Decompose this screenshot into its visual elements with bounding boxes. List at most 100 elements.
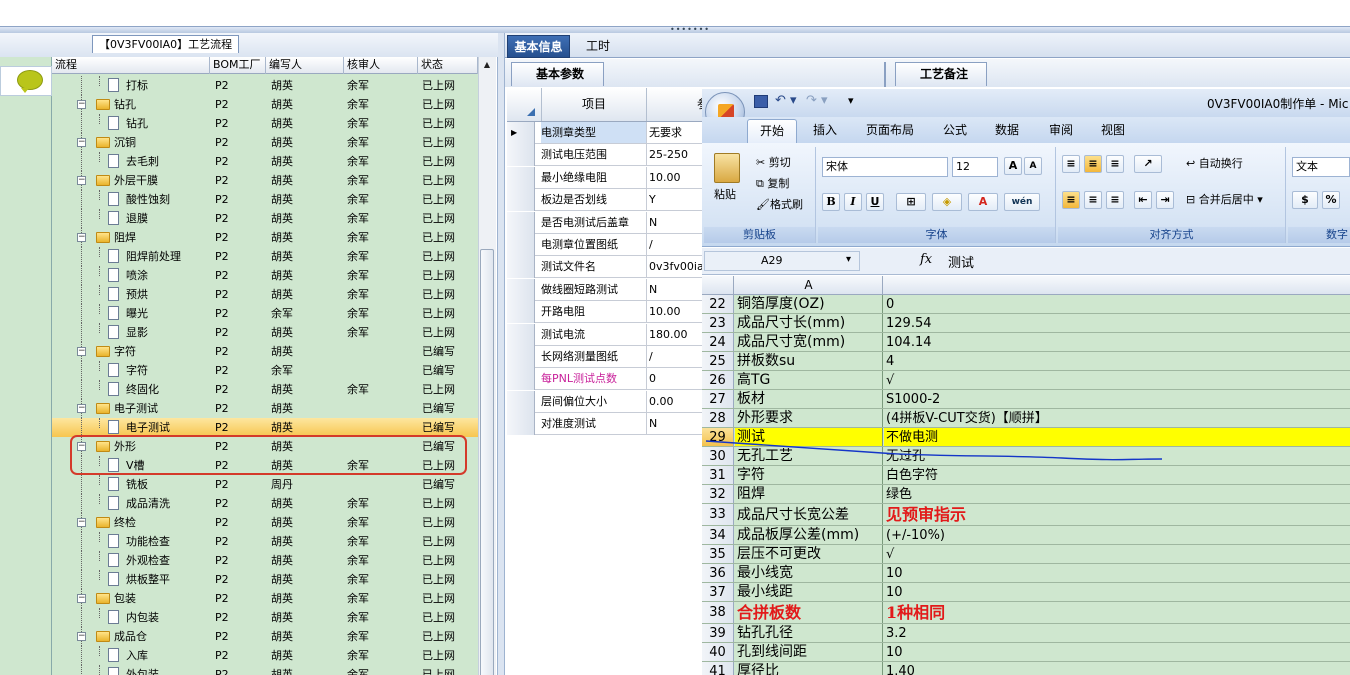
- row-number[interactable]: 37: [702, 583, 734, 601]
- tab-work-hours[interactable]: 工时: [578, 35, 618, 58]
- param-value[interactable]: 0: [648, 368, 702, 389]
- sheet-row[interactable]: 40 孔到线间距 10: [702, 643, 1350, 662]
- cell-a[interactable]: 拼板数su: [735, 352, 883, 370]
- align-middle-icon[interactable]: ≡: [1084, 155, 1102, 173]
- cell-b[interactable]: 10: [884, 564, 1350, 582]
- cell-b[interactable]: (+/-10%): [884, 526, 1350, 544]
- tree-row[interactable]: − 终检 P2 胡英 余军 已上网: [52, 513, 478, 532]
- param-row[interactable]: 测试电流 180.00: [507, 323, 702, 346]
- row-number[interactable]: 39: [702, 624, 734, 642]
- param-value[interactable]: 10.00: [648, 301, 702, 322]
- param-value[interactable]: 无要求: [648, 122, 702, 143]
- row-number[interactable]: 35: [702, 545, 734, 563]
- cell-b[interactable]: 4: [884, 352, 1350, 370]
- chat-bubble-icon[interactable]: [17, 70, 43, 93]
- copy-button[interactable]: ⧉ 复制: [756, 176, 789, 192]
- phonetic-icon[interactable]: wén: [1004, 193, 1040, 211]
- column-header-3[interactable]: 核审人: [344, 57, 418, 74]
- font-name-select[interactable]: 宋体: [822, 157, 948, 177]
- ribbon-tab-page-layout[interactable]: 页面布局: [854, 119, 926, 143]
- tree-row[interactable]: 入库 P2 胡英 余军 已上网: [52, 646, 478, 665]
- collapse-icon[interactable]: −: [77, 176, 86, 185]
- column-header-4[interactable]: 状态: [418, 57, 478, 74]
- row-indicator[interactable]: ▶: [507, 122, 535, 144]
- vertical-splitter[interactable]: [498, 33, 505, 675]
- cell-a[interactable]: 钻孔孔径: [735, 624, 883, 642]
- row-number[interactable]: 33: [702, 504, 734, 525]
- grow-font-icon[interactable]: A: [1004, 157, 1022, 175]
- cell-b[interactable]: 绿色: [884, 485, 1350, 503]
- name-box[interactable]: A29: [704, 251, 860, 271]
- function-icon[interactable]: fx: [920, 252, 932, 267]
- row-number[interactable]: 24: [702, 333, 734, 351]
- increase-indent-icon[interactable]: ⇥: [1156, 191, 1174, 209]
- cell-a[interactable]: 厚径比: [735, 662, 883, 675]
- row-number[interactable]: 36: [702, 564, 734, 582]
- font-color-icon[interactable]: A: [968, 193, 998, 211]
- row-number[interactable]: 22: [702, 295, 734, 313]
- sheet-row[interactable]: 41 厚径比 1.40: [702, 662, 1350, 675]
- align-top-icon[interactable]: ≡: [1062, 155, 1080, 173]
- collapse-icon[interactable]: −: [77, 632, 86, 641]
- ribbon-tab-view[interactable]: 视图: [1089, 119, 1137, 143]
- param-value[interactable]: N: [648, 279, 702, 300]
- cell-b[interactable]: 104.14: [884, 333, 1350, 351]
- collapse-icon[interactable]: −: [77, 518, 86, 527]
- tree-row[interactable]: 打标 P2 胡英 余军 已上网: [52, 76, 478, 95]
- ribbon-tab-formulas[interactable]: 公式: [931, 119, 979, 143]
- param-value[interactable]: /: [648, 234, 702, 255]
- param-value[interactable]: 180.00: [648, 324, 702, 345]
- column-a-header[interactable]: A: [735, 276, 883, 294]
- param-row[interactable]: 层间偏位大小 0.00: [507, 390, 702, 413]
- param-value[interactable]: /: [648, 346, 702, 367]
- param-row[interactable]: 是否电测试后盖章 N: [507, 211, 702, 234]
- row-indicator[interactable]: [507, 144, 535, 167]
- percent-icon[interactable]: %: [1322, 191, 1340, 209]
- param-row[interactable]: 最小绝缘电阻 10.00: [507, 166, 702, 189]
- param-value[interactable]: N: [648, 212, 702, 233]
- cell-a[interactable]: 层压不可更改: [735, 545, 883, 563]
- currency-icon[interactable]: $: [1292, 191, 1318, 209]
- collapse-icon[interactable]: −: [77, 138, 86, 147]
- cell-b[interactable]: (4拼板V-CUT交货)【顺拼】: [884, 409, 1350, 427]
- ribbon-tab-insert[interactable]: 插入: [801, 119, 849, 143]
- param-row[interactable]: 电测章位置图纸 /: [507, 234, 702, 256]
- row-number[interactable]: 34: [702, 526, 734, 544]
- tree-row[interactable]: 去毛刺 P2 胡英 余军 已上网: [52, 152, 478, 171]
- tree-row[interactable]: − 钻孔 P2 胡英 余军 已上网: [52, 95, 478, 114]
- name-box-dropdown-icon[interactable]: ▾: [846, 254, 851, 265]
- row-indicator[interactable]: [507, 234, 535, 256]
- param-row[interactable]: 长网络测量图纸 /: [507, 346, 702, 368]
- sheet-row[interactable]: 39 钻孔孔径 3.2: [702, 624, 1350, 643]
- sheet-row[interactable]: 34 成品板厚公差(mm) (+/-10%): [702, 526, 1350, 545]
- sheet-row[interactable]: 35 层压不可更改 √: [702, 545, 1350, 564]
- sheet-row[interactable]: 25 拼板数su 4: [702, 352, 1350, 371]
- align-left-icon[interactable]: ≡: [1062, 191, 1080, 209]
- param-row[interactable]: 每PNL测试点数 0: [507, 368, 702, 391]
- sheet-row[interactable]: 32 阻焊 绿色: [702, 485, 1350, 504]
- row-number[interactable]: 32: [702, 485, 734, 503]
- orientation-icon[interactable]: ↗: [1134, 155, 1162, 173]
- cell-b[interactable]: 129.54: [884, 314, 1350, 332]
- sheet-row[interactable]: 38 合拼板数 1种相同: [702, 602, 1350, 624]
- cell-b[interactable]: S1000-2: [884, 390, 1350, 408]
- param-value[interactable]: 25-250: [648, 144, 702, 165]
- cell-b[interactable]: 10: [884, 583, 1350, 601]
- tree-row[interactable]: − 字符 P2 胡英 已编写: [52, 342, 478, 361]
- cell-b[interactable]: 10: [884, 643, 1350, 661]
- param-row[interactable]: ▶ 电测章类型 无要求: [507, 122, 702, 144]
- cell-a[interactable]: 成品板厚公差(mm): [735, 526, 883, 544]
- cell-b[interactable]: 见预审指示: [884, 504, 1350, 525]
- collapse-icon[interactable]: −: [77, 100, 86, 109]
- row-number[interactable]: 40: [702, 643, 734, 661]
- param-row[interactable]: 测试电压范围 25-250: [507, 144, 702, 167]
- row-indicator[interactable]: [507, 166, 535, 189]
- format-painter-button[interactable]: 🖌格式刷: [756, 197, 803, 213]
- cell-a[interactable]: 铜箔厚度(OZ): [735, 295, 883, 313]
- cell-b[interactable]: 3.2: [884, 624, 1350, 642]
- border-icon[interactable]: ⊞: [896, 193, 926, 211]
- ribbon-tab-review[interactable]: 审阅: [1037, 119, 1085, 143]
- sheet-row[interactable]: 33 成品尺寸长宽公差 见预审指示: [702, 504, 1350, 526]
- wrap-text-button[interactable]: ↩ 自动换行: [1186, 156, 1243, 172]
- paste-button[interactable]: 粘贴: [714, 187, 736, 203]
